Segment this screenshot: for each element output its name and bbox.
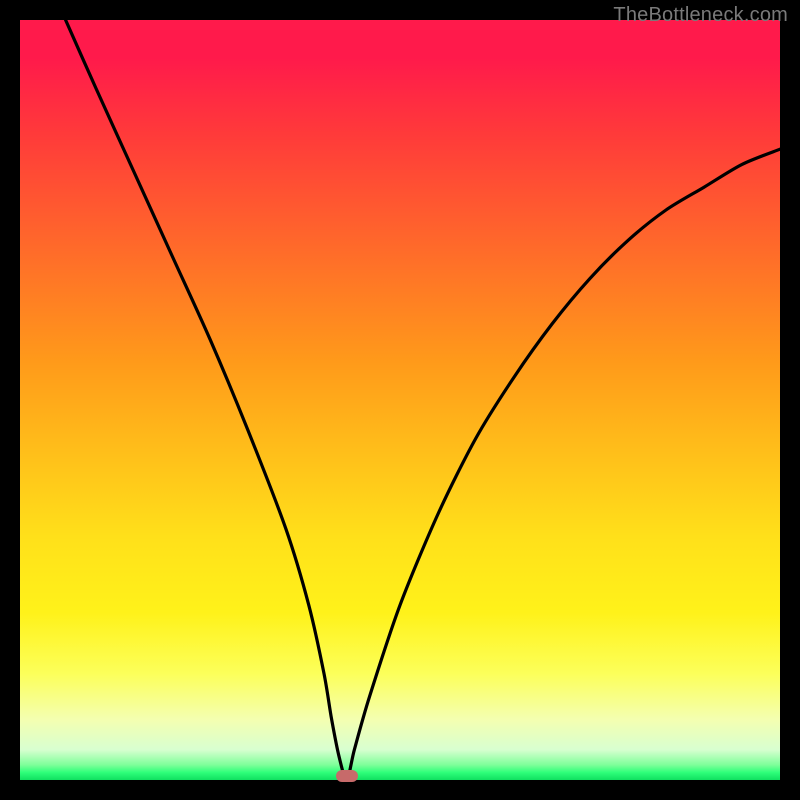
watermark-text: TheBottleneck.com <box>613 4 788 27</box>
minimum-marker <box>336 770 358 782</box>
chart-frame: TheBottleneck.com <box>0 0 800 800</box>
plot-area <box>20 20 780 780</box>
bottleneck-curve <box>20 20 780 780</box>
